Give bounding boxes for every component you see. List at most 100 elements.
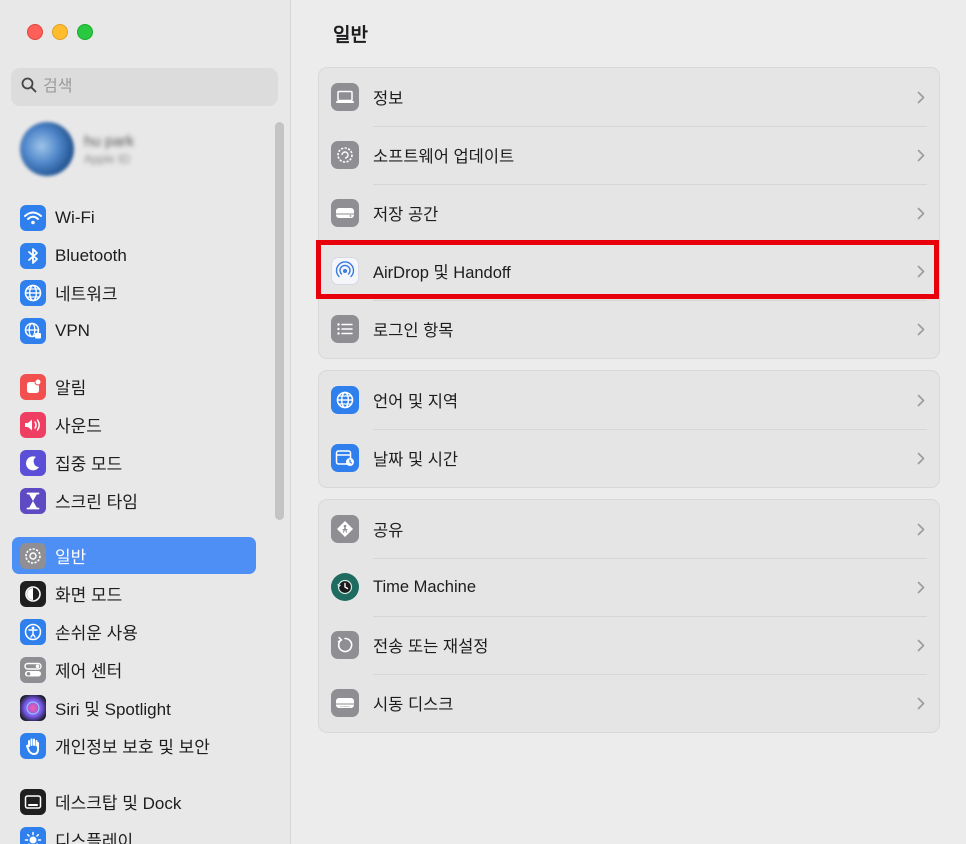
sidebar-item-label: Bluetooth [55, 245, 127, 265]
avatar [20, 122, 74, 176]
vpn-icon [20, 317, 46, 344]
bluetooth-icon [20, 242, 46, 269]
sidebar-item-general[interactable]: 일반 [12, 537, 256, 574]
row-startup-disk[interactable]: 시동 디스크 [319, 674, 939, 732]
apple-id-profile[interactable]: hu park Apple ID [20, 122, 134, 176]
zoom-window-button[interactable] [77, 24, 93, 40]
chevron-right-icon [911, 523, 931, 536]
row-login-items[interactable]: 로그인 항목 [319, 300, 939, 358]
chevron-right-icon [911, 265, 931, 278]
sidebar-item-wifi[interactable]: Wi-Fi [12, 199, 256, 236]
search-input[interactable] [43, 78, 263, 96]
sidebar-item-label: 사운드 [55, 417, 102, 436]
list-icon [331, 315, 359, 343]
sidebar-item-vpn[interactable]: VPN [12, 312, 256, 349]
sidebar-item-label: 화면 모드 [55, 586, 123, 605]
sharing-icon [331, 515, 359, 543]
row-label: 저장 공간 [373, 206, 439, 224]
sidebar-item-label: 손쉬운 사용 [55, 624, 138, 643]
gear-icon [20, 542, 46, 569]
sidebar-item-label: 개인정보 보호 및 보안 [55, 738, 210, 757]
sidebar-item-sound[interactable]: 사운드 [12, 406, 256, 443]
hourglass-icon [20, 487, 46, 514]
sidebar-item-network[interactable]: 네트워크 [12, 274, 256, 311]
row-label: 전송 또는 재설정 [373, 638, 489, 656]
row-label: AirDrop 및 Handoff [373, 264, 511, 282]
sidebar-item-label: 알림 [55, 379, 87, 398]
minimize-window-button[interactable] [52, 24, 68, 40]
sidebar-item-privacy-security[interactable]: 개인정보 보호 및 보안 [12, 727, 256, 764]
reset-icon [331, 631, 359, 659]
row-time-machine[interactable]: Time Machine [319, 558, 939, 616]
sidebar-item-desktop-dock[interactable]: 데스크탑 및 Dock [12, 783, 256, 820]
settings-group-about: 정보 소프트웨어 업데이트 저장 공간 AirDrop 및 Handoff 로그… [318, 67, 940, 359]
chevron-right-icon [911, 207, 931, 220]
settings-group-sharing-system: 공유 Time Machine 전송 또는 재설정 시동 디스크 [318, 499, 940, 733]
main-panel: 일반 정보 소프트웨어 업데이트 저장 공간 AirDrop 및 Handoff… [291, 0, 966, 844]
row-label: 언어 및 지역 [373, 393, 459, 411]
close-window-button[interactable] [27, 24, 43, 40]
row-label: 날짜 및 시간 [373, 451, 459, 469]
row-language-region[interactable]: 언어 및 지역 [319, 371, 939, 429]
row-airdrop-handoff[interactable]: AirDrop 및 Handoff [319, 242, 939, 300]
row-label: 소프트웨어 업데이트 [373, 148, 515, 166]
drive-icon [331, 199, 359, 227]
calendar-clock-icon [331, 444, 359, 472]
airdrop-icon [331, 257, 359, 285]
row-date-time[interactable]: 날짜 및 시간 [319, 429, 939, 487]
display-icon [20, 826, 46, 844]
chevron-right-icon [911, 323, 931, 336]
startup-disk-icon [331, 689, 359, 717]
row-label: 시동 디스크 [373, 696, 454, 714]
sidebar-item-label: 집중 모드 [55, 455, 123, 474]
chevron-right-icon [911, 639, 931, 652]
sidebar-item-notifications[interactable]: 알림 [12, 368, 256, 405]
sidebar-item-accessibility[interactable]: 손쉬운 사용 [12, 613, 256, 650]
chevron-right-icon [911, 394, 931, 407]
sidebar-item-label: 일반 [55, 548, 87, 567]
profile-subtitle: Apple ID [84, 151, 131, 166]
sidebar-item-label: Wi-Fi [55, 207, 95, 227]
row-label: 로그인 항목 [373, 322, 454, 340]
sidebar-item-appearance[interactable]: 화면 모드 [12, 575, 256, 612]
settings-group-language-time: 언어 및 지역 날짜 및 시간 [318, 370, 940, 488]
sidebar-item-label: Siri 및 Spotlight [55, 700, 171, 719]
speaker-icon [20, 411, 46, 438]
row-sharing[interactable]: 공유 [319, 500, 939, 558]
chevron-right-icon [911, 91, 931, 104]
hand-icon [20, 732, 46, 759]
sidebar-item-control-center[interactable]: 제어 센터 [12, 651, 256, 688]
accessibility-icon [20, 618, 46, 645]
sidebar: hu park Apple ID Wi-Fi Bluetooth 네트워크 VP… [0, 0, 291, 844]
globe-icon [20, 279, 46, 306]
page-title: 일반 [333, 25, 368, 46]
row-label: 정보 [373, 90, 404, 108]
sidebar-item-screen-time[interactable]: 스크린 타임 [12, 482, 256, 519]
sidebar-item-bluetooth[interactable]: Bluetooth [12, 237, 256, 274]
gear-update-icon [331, 141, 359, 169]
sidebar-item-label: 데스크탑 및 Dock [55, 794, 182, 813]
sidebar-item-focus[interactable]: 집중 모드 [12, 444, 256, 481]
moon-icon [20, 449, 46, 476]
search-icon [21, 77, 37, 98]
sidebar-item-label: 스크린 타임 [55, 493, 138, 512]
search-box[interactable] [11, 68, 278, 106]
window-controls [27, 24, 93, 40]
bell-icon [20, 373, 46, 400]
sidebar-scrollbar[interactable] [275, 122, 284, 520]
row-label: Time Machine [373, 577, 477, 596]
wifi-icon [20, 204, 46, 231]
laptop-icon [331, 83, 359, 111]
sidebar-item-label: 제어 센터 [55, 662, 123, 681]
siri-icon [20, 694, 46, 721]
sidebar-item-siri-spotlight[interactable]: Siri 및 Spotlight [12, 689, 256, 726]
sidebar-item-displays[interactable]: 디스플레이 [12, 821, 256, 844]
row-transfer-reset[interactable]: 전송 또는 재설정 [319, 616, 939, 674]
appearance-icon [20, 580, 46, 607]
sidebar-item-label: 네트워크 [55, 285, 118, 304]
sidebar-item-label: VPN [55, 320, 90, 340]
control-center-icon [20, 656, 46, 683]
row-software-update[interactable]: 소프트웨어 업데이트 [319, 126, 939, 184]
row-about[interactable]: 정보 [319, 68, 939, 126]
row-storage[interactable]: 저장 공간 [319, 184, 939, 242]
